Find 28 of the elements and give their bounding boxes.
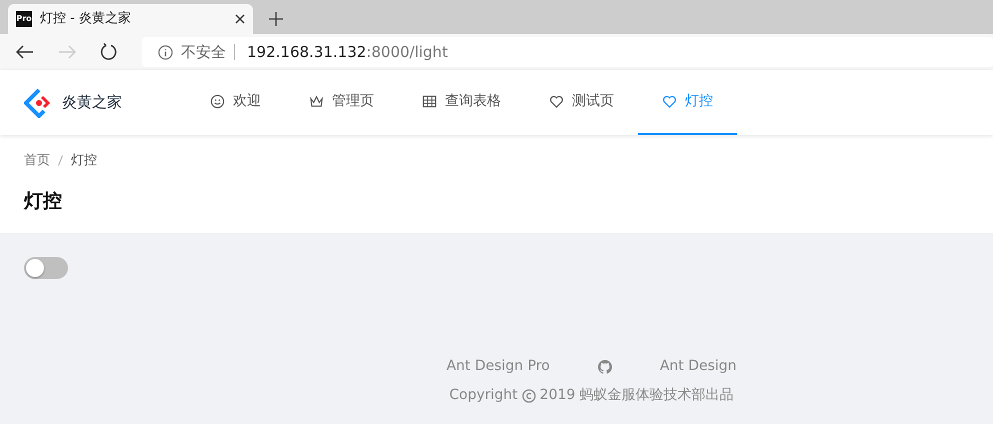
back-icon[interactable] [16,45,34,59]
brand-name: 炎黄之家 [62,92,122,114]
copyright-label: Copyright [449,386,518,405]
breadcrumb-item: 灯控 [71,152,97,170]
tab-title[interactable]: 灯控 - 炎黄之家 [40,9,227,29]
breadcrumb-separator-icon [58,155,63,166]
menu-tab[interactable]: 欢迎 [186,70,285,135]
crown-icon [309,94,324,109]
table-icon [422,94,437,109]
breadcrumb-item[interactable]: 首页 [24,151,50,170]
github-icon[interactable] [598,360,612,374]
copyright-icon [522,388,536,402]
reload-icon[interactable] [100,43,118,61]
heart-icon [549,94,564,109]
heart-icon [662,94,677,109]
close-icon[interactable] [235,14,245,24]
toggle-switch[interactable] [24,257,68,279]
info-icon[interactable] [158,44,173,60]
new-tab-icon[interactable] [269,12,283,26]
url-text[interactable]: 192.168.31.132:8000/light [247,40,448,64]
copyright-text: 2019 蚂蚁金服体验技术部出品 [540,386,734,405]
menu-tab[interactable]: 测试页 [525,70,638,135]
menu-tab[interactable]: 查询表格 [398,70,525,135]
page-title: 灯控 [24,188,63,214]
favicon: Pro [16,11,32,27]
menu-tab[interactable]: 管理页 [285,70,398,135]
security-label: 不安全 [181,42,226,63]
smile-icon [210,94,225,109]
